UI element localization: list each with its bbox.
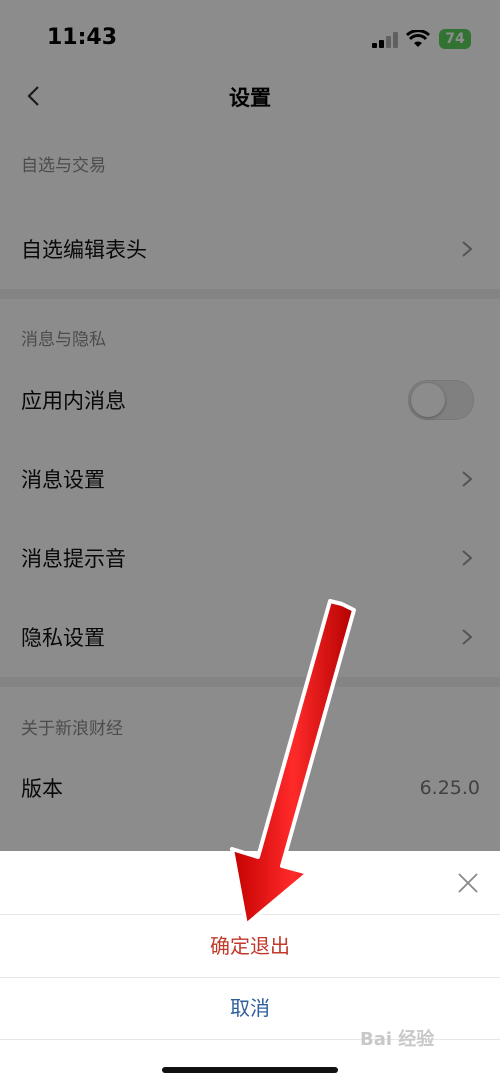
close-icon[interactable]: [456, 871, 480, 895]
watermark: Bai 经验: [360, 1029, 435, 1050]
confirm-logout-button[interactable]: 确定退出: [0, 915, 500, 977]
home-indicator: [162, 1067, 338, 1073]
